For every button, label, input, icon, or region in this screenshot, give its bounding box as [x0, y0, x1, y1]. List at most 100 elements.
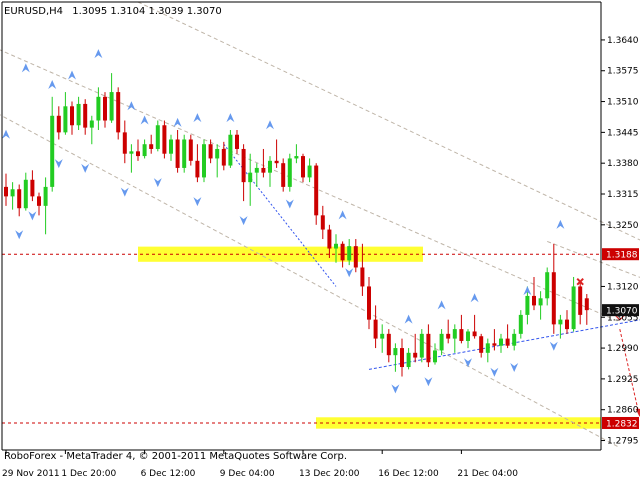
x-tick-label: 13 Dec 20:00	[299, 469, 360, 479]
candle-body	[56, 115, 61, 133]
candle-body	[327, 229, 332, 249]
candle-body	[406, 352, 411, 368]
y-tick-label: 1.3510	[607, 98, 639, 108]
candle-body	[149, 144, 154, 149]
candle-body	[37, 196, 41, 206]
candle-body	[30, 179, 35, 197]
candle-body	[400, 348, 404, 368]
y-tick-label: 1.2990	[607, 344, 639, 354]
candle-body	[512, 333, 517, 346]
candle-body	[63, 106, 68, 133]
x-tick-label: 9 Dec 04:00	[220, 469, 275, 479]
candle-body	[109, 92, 114, 121]
candle-body	[499, 338, 503, 346]
candle-body	[492, 343, 497, 346]
candle-body	[472, 331, 477, 337]
candle-body	[446, 333, 451, 339]
current-price-tag: 1.3070	[606, 307, 638, 317]
candle-body	[23, 179, 28, 209]
y-tick-label: 1.3250	[607, 221, 639, 231]
y-tick-label: 1.3380	[607, 159, 639, 169]
y-tick-label: 1.2925	[607, 375, 639, 385]
candle-body	[518, 314, 523, 334]
candle-body	[466, 331, 470, 341]
candle-body	[426, 333, 431, 363]
ohlc-readout: 1.3095 1.3104 1.3039 1.3070	[72, 6, 222, 17]
candle-body	[195, 160, 200, 178]
candle-body	[142, 144, 147, 157]
y-tick-label: 1.3120	[607, 282, 639, 292]
x-tick-label: 21 Dec 04:00	[457, 469, 518, 479]
candle-body	[565, 319, 569, 330]
candle-body	[10, 189, 15, 197]
candle-body	[281, 163, 286, 187]
candle-body	[116, 92, 121, 133]
candle-body	[215, 148, 220, 159]
candle-body	[294, 156, 299, 159]
candle-body	[545, 272, 550, 299]
candle-body	[419, 333, 424, 358]
candle-body	[380, 333, 385, 339]
x-tick-label: 16 Dec 12:00	[378, 469, 439, 479]
candle-body	[129, 151, 134, 154]
candle-body	[175, 139, 180, 168]
level-price-tag: 1.3188	[606, 251, 638, 261]
candle-body	[182, 139, 187, 168]
candle-body	[307, 165, 312, 178]
candle-body	[76, 103, 81, 126]
level-price-tag: 1.2832	[606, 419, 638, 429]
candle-body	[248, 172, 253, 183]
candle-body	[314, 165, 319, 216]
candle-body	[83, 103, 88, 128]
candle-body	[525, 295, 530, 315]
candle-body	[452, 329, 457, 339]
candle-body	[89, 120, 94, 128]
candle-body	[96, 96, 101, 121]
candle-body	[320, 215, 325, 230]
candle-body	[4, 186, 8, 197]
candle-body	[479, 336, 484, 353]
y-tick-label: 1.2860	[607, 406, 639, 416]
candle-body	[155, 125, 160, 149]
y-tick-label: 1.3315	[607, 190, 639, 200]
candle-body	[360, 267, 365, 287]
candle-body	[208, 144, 213, 159]
candle-body	[162, 125, 167, 154]
candle-body	[413, 352, 418, 358]
candle-body	[459, 329, 464, 341]
candle-body	[301, 156, 305, 178]
candle-body	[268, 160, 272, 173]
candle-body	[571, 286, 576, 330]
copyright-text: RoboForex - MetaTrader 4, © 2001-2011 Me…	[4, 451, 347, 462]
candle-body	[188, 139, 193, 161]
candle-body	[169, 139, 173, 154]
y-tick-label: 1.3445	[607, 128, 639, 138]
candle-body	[532, 295, 536, 306]
candle-body	[287, 158, 292, 187]
candle-body	[241, 148, 246, 183]
candle-body	[439, 333, 444, 351]
y-tick-label: 1.3640	[607, 36, 639, 46]
candle-body	[433, 350, 437, 363]
candle-body	[584, 298, 589, 311]
chart-background	[0, 0, 640, 480]
candle-body	[485, 343, 490, 353]
y-tick-label: 1.3575	[607, 67, 639, 77]
candle-body	[235, 134, 239, 149]
candle-body	[261, 167, 266, 173]
candle-body	[43, 186, 48, 206]
candle-body	[373, 319, 378, 339]
candle-body	[228, 134, 233, 166]
candle-body	[334, 243, 338, 249]
candle-body	[50, 115, 55, 187]
candle-body	[367, 286, 371, 320]
candle-body	[505, 338, 510, 346]
x-tick-label: 6 Dec 12:00	[141, 469, 196, 479]
candle-body	[70, 106, 74, 126]
candle-body	[578, 286, 583, 315]
candle-body	[221, 148, 226, 166]
candle-body	[393, 348, 398, 356]
candle-body	[386, 333, 391, 356]
price-chart[interactable]: 1.3640 1.3575 1.3510 1.3445 1.3380 1.3315 1.32…	[0, 0, 640, 480]
candle-body	[202, 144, 206, 178]
